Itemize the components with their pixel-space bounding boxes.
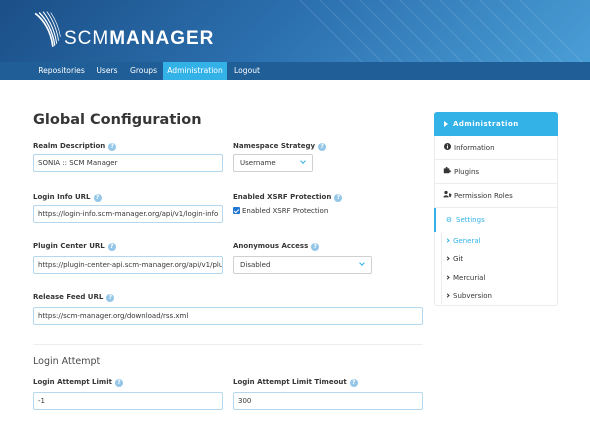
sidebar-header-administration[interactable]: Administration bbox=[434, 112, 558, 136]
xsrf-protection-checkbox[interactable]: Enabled XSRF Protection bbox=[233, 207, 328, 215]
login-info-url-label-text: Login Info URL bbox=[33, 193, 91, 201]
sidebar-subitem-mercurial[interactable]: Mercurial bbox=[445, 274, 486, 282]
login-attempt-limit-input[interactable]: -1 bbox=[33, 392, 223, 410]
nav-administration[interactable]: Administration bbox=[163, 62, 227, 80]
sidebar-subitem-label: Git bbox=[453, 255, 464, 263]
chevron-right-icon bbox=[445, 275, 450, 280]
logo-suffix: MANAGER bbox=[109, 28, 215, 49]
help-icon[interactable]: ? bbox=[106, 294, 115, 302]
info-circle-icon bbox=[443, 136, 451, 160]
sidebar-subitem-subversion[interactable]: Subversion bbox=[445, 292, 492, 300]
login-info-url-label: Login Info URL? bbox=[33, 193, 102, 202]
xsrf-protection-label: Enabled XSRF Protection? bbox=[233, 193, 343, 202]
help-icon[interactable]: ? bbox=[311, 243, 320, 251]
sidebar-item-label: Plugins bbox=[454, 168, 480, 176]
sidebar-subitem-git[interactable]: Git bbox=[445, 255, 464, 263]
sidebar-header-label: Administration bbox=[453, 120, 519, 128]
namespace-strategy-label: Namespace Strategy? bbox=[233, 142, 327, 151]
sidebar-item-label: Information bbox=[454, 144, 495, 152]
namespace-strategy-value: Username bbox=[240, 159, 276, 167]
logo-prefix: SCM bbox=[64, 28, 110, 49]
help-icon[interactable]: ? bbox=[334, 194, 343, 202]
plugin-center-url-input[interactable]: https://plugin-center-api.scm-manager.or… bbox=[33, 256, 223, 274]
plugin-center-url-label: Plugin Center URL? bbox=[33, 242, 116, 251]
caret-right-icon bbox=[444, 120, 448, 127]
plugin-center-url-label-text: Plugin Center URL bbox=[33, 242, 105, 250]
nav-repositories[interactable]: Repositories bbox=[33, 62, 90, 80]
logo-wordmark: SCMMANAGER bbox=[64, 28, 214, 50]
chevron-right-icon bbox=[445, 256, 450, 261]
login-attempt-timeout-label-text: Login Attempt Limit Timeout bbox=[233, 378, 347, 386]
chevron-down-icon bbox=[300, 158, 306, 164]
help-icon[interactable]: ? bbox=[108, 143, 117, 151]
nav-users[interactable]: Users bbox=[92, 62, 122, 80]
help-icon[interactable]: ? bbox=[107, 243, 116, 251]
chevron-right-icon bbox=[445, 238, 450, 243]
realm-description-input[interactable]: SONIA :: SCM Manager bbox=[33, 154, 223, 172]
anonymous-access-value: Disabled bbox=[240, 261, 271, 269]
help-icon[interactable]: ? bbox=[318, 143, 327, 151]
chevron-down-icon bbox=[359, 260, 365, 266]
namespace-strategy-label-text: Namespace Strategy bbox=[233, 142, 316, 150]
login-attempt-limit-label-text: Login Attempt Limit bbox=[33, 378, 112, 386]
release-feed-url-label: Release Feed URL? bbox=[33, 293, 115, 302]
sidebar-item-label: Permission Roles bbox=[454, 192, 513, 200]
login-attempt-timeout-label: Login Attempt Limit Timeout? bbox=[233, 378, 358, 387]
sidebar-item-label: Settings bbox=[456, 216, 485, 224]
anonymous-access-label-text: Anonymous Access bbox=[233, 242, 309, 250]
namespace-strategy-select[interactable]: Username bbox=[233, 154, 313, 172]
page-title: Global Configuration bbox=[33, 112, 202, 128]
login-attempt-timeout-input[interactable]: 300 bbox=[233, 392, 423, 410]
help-icon[interactable]: ? bbox=[93, 194, 102, 202]
checkbox-checked-icon[interactable] bbox=[233, 207, 240, 214]
realm-description-label-text: Realm Description bbox=[33, 142, 106, 150]
nav-groups[interactable]: Groups bbox=[125, 62, 162, 80]
cog-icon: ⚙ bbox=[445, 216, 453, 224]
realm-description-label: Realm Description? bbox=[33, 142, 117, 151]
release-feed-url-input[interactable]: https://scm-manager.org/download/rss.xml bbox=[33, 307, 423, 325]
puzzle-piece-icon bbox=[443, 160, 451, 184]
user-shield-icon bbox=[443, 184, 452, 208]
login-attempt-limit-label: Login Attempt Limit? bbox=[33, 378, 123, 387]
sidebar-subitem-label: Subversion bbox=[453, 292, 492, 300]
sidebar-item-information[interactable]: Information bbox=[434, 136, 558, 160]
submenu-guide-line bbox=[441, 232, 442, 304]
nav-logout[interactable]: Logout bbox=[229, 62, 265, 80]
section-divider bbox=[33, 344, 423, 345]
release-feed-url-label-text: Release Feed URL bbox=[33, 293, 104, 301]
xsrf-protection-label-text: Enabled XSRF Protection bbox=[233, 193, 332, 201]
sidebar-subitem-label: Mercurial bbox=[453, 274, 486, 282]
login-info-url-input[interactable]: https://login-info.scm-manager.org/api/v… bbox=[33, 205, 223, 223]
sidebar-item-permission-roles[interactable]: Permission Roles bbox=[434, 184, 558, 208]
sidebar-item-settings[interactable]: ⚙ Settings bbox=[434, 208, 558, 232]
anonymous-access-label: Anonymous Access? bbox=[233, 242, 320, 251]
sidebar-subitem-general[interactable]: General bbox=[445, 237, 481, 245]
help-icon[interactable]: ? bbox=[349, 379, 358, 387]
xsrf-checkbox-label: Enabled XSRF Protection bbox=[242, 207, 329, 215]
sidebar-item-plugins[interactable]: Plugins bbox=[434, 160, 558, 184]
sidebar-subitem-label: General bbox=[453, 237, 481, 245]
login-attempt-section-title: Login Attempt bbox=[33, 356, 101, 367]
chevron-right-icon bbox=[445, 293, 450, 298]
scm-manager-logo-icon bbox=[34, 11, 61, 47]
help-icon[interactable]: ? bbox=[114, 379, 123, 387]
anonymous-access-select[interactable]: Disabled bbox=[233, 256, 372, 274]
